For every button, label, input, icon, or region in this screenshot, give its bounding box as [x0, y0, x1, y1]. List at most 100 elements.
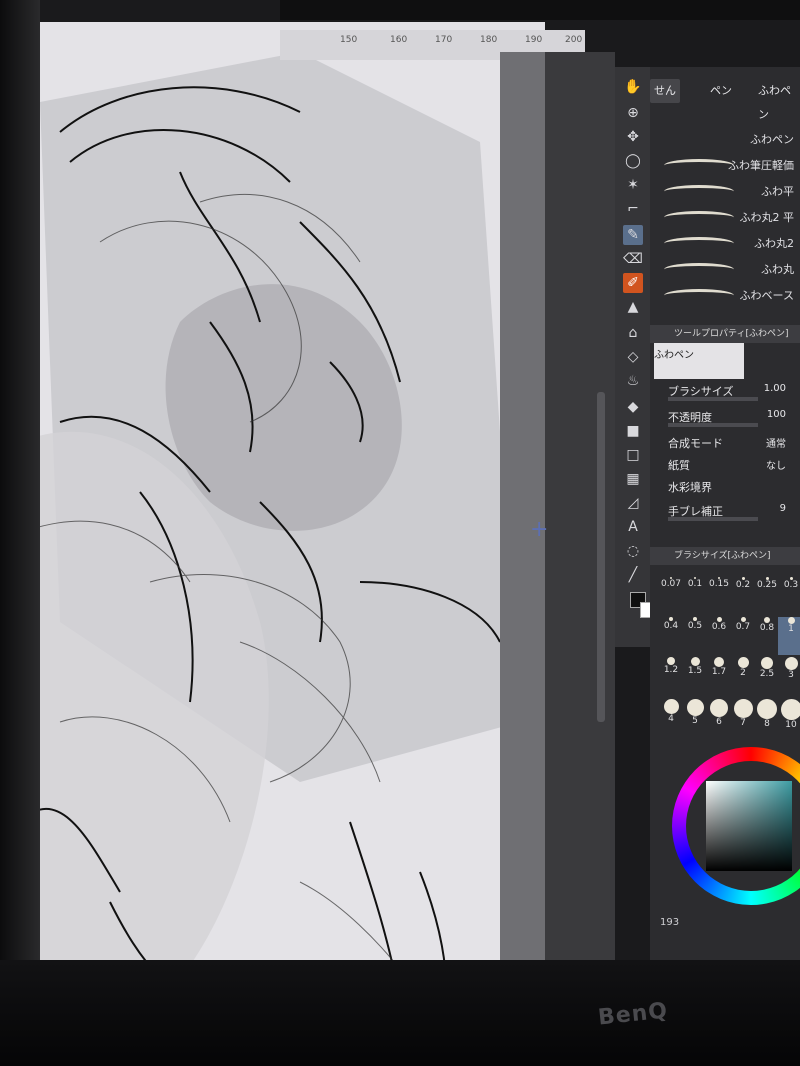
zoom-icon[interactable]: ⊕	[623, 103, 643, 123]
size-preset[interactable]: 6	[706, 699, 732, 737]
paper-texture-row[interactable]: 紙質 なし	[654, 457, 800, 479]
size-preset[interactable]: 1.7	[706, 657, 732, 695]
brush-size-slider[interactable]	[668, 397, 758, 401]
gradient-icon[interactable]: ■	[623, 421, 643, 441]
size-preset[interactable]: 3	[778, 657, 800, 695]
brush-item[interactable]: ふわ筆圧軽価	[650, 153, 800, 181]
blend-icon[interactable]: ♨	[623, 371, 643, 391]
brush-icon[interactable]: ✐	[623, 273, 643, 293]
size-label: 1.2	[663, 665, 679, 675]
stabilizer-row[interactable]: 手ブレ補正 9	[654, 503, 800, 525]
pen-icon[interactable]: ✎	[623, 225, 643, 245]
brush-item[interactable]: ふわベース	[650, 283, 800, 311]
size-label: 3	[788, 670, 794, 680]
frame-icon[interactable]: ▦	[623, 469, 643, 489]
size-dot	[686, 699, 704, 716]
size-preset-selected[interactable]: 1	[778, 617, 800, 655]
size-preset[interactable]: 7	[730, 699, 756, 737]
monitor-bezel-left	[0, 0, 40, 1066]
brush-item[interactable]: ふわペン	[650, 127, 800, 155]
magic-wand-icon[interactable]: ✶	[623, 175, 643, 195]
size-preset[interactable]: 0.3	[778, 577, 800, 615]
opacity-slider[interactable]	[668, 423, 758, 427]
monitor-bezel-bottom	[0, 960, 800, 1066]
size-preset[interactable]: 0.07	[658, 577, 684, 615]
stabilizer-value[interactable]: 9	[780, 503, 786, 514]
size-preset[interactable]: 0.4	[658, 617, 684, 655]
size-label: 0.2	[735, 580, 751, 590]
watercolor-edge-row[interactable]: 水彩境界	[654, 479, 800, 501]
eraser-icon[interactable]: ⌫	[623, 249, 643, 269]
size-dot	[761, 657, 773, 669]
brush-stroke-preview	[664, 185, 734, 198]
blend-mode-row[interactable]: 合成モード 通常	[654, 435, 800, 457]
size-dot	[733, 699, 753, 718]
size-preset[interactable]: 10	[778, 699, 800, 737]
brush-item[interactable]: ふわ平	[650, 179, 800, 207]
tab-pen[interactable]: ペン	[706, 79, 736, 103]
tool-property-header: ツールプロパティ[ふわペン]	[650, 325, 800, 343]
home-icon[interactable]: ⌂	[623, 323, 643, 343]
eraser2-icon[interactable]: ◇	[623, 347, 643, 367]
size-preset[interactable]: 0.6	[706, 617, 732, 655]
ruler-tick: 200	[565, 35, 583, 45]
brush-item[interactable]: ふわ丸	[650, 257, 800, 285]
size-preset[interactable]: 1.2	[658, 657, 684, 695]
watercolor-edge-label: 水彩境界	[668, 481, 712, 494]
brush-size-row[interactable]: ブラシサイズ 1.00	[654, 383, 800, 405]
vertical-scrollbar[interactable]	[545, 52, 615, 982]
tab-sen[interactable]: せん	[650, 79, 680, 103]
size-dot	[714, 657, 724, 667]
brush-name: ふわ平	[761, 185, 794, 198]
line-icon[interactable]: ╱	[623, 565, 643, 585]
size-preset[interactable]: 0.7	[730, 617, 756, 655]
move-icon[interactable]: ✥	[623, 127, 643, 147]
brush-size-value[interactable]: 1.00	[764, 383, 786, 394]
stabilizer-slider[interactable]	[668, 517, 758, 521]
size-preset[interactable]: 0.25	[754, 577, 780, 615]
brush-item[interactable]: ふわ丸2 平	[650, 205, 800, 233]
hand-icon[interactable]: ✋	[623, 77, 643, 97]
opacity-value[interactable]: 100	[767, 409, 786, 420]
size-label: 1.7	[711, 667, 727, 677]
balloon-icon[interactable]: ◌	[623, 541, 643, 561]
size-label: 0.25	[756, 580, 778, 590]
size-preset[interactable]: 4	[658, 699, 684, 737]
ruler-icon[interactable]: ◿	[623, 493, 643, 513]
size-preset[interactable]: 0.8	[754, 617, 780, 655]
fill-icon[interactable]: ◆	[623, 397, 643, 417]
brush-item[interactable]: ふわ丸2	[650, 231, 800, 259]
tool-palette: ✋ ⊕ ✥ ◯ ✶ ⌐ ✎ ⌫ ✐ ▲ ⌂ ◇ ♨ ◆ ■ □ ▦ ◿ A ◌ …	[615, 67, 650, 647]
size-dot	[663, 699, 679, 714]
size-preset[interactable]: 0.2	[730, 577, 756, 615]
shape-icon[interactable]: □	[623, 445, 643, 465]
saturation-value-square[interactable]	[706, 781, 792, 871]
size-preset[interactable]: 0.15	[706, 577, 732, 615]
brush-stroke-preview	[664, 237, 734, 250]
opacity-row[interactable]: 不透明度 100	[654, 409, 800, 431]
subtool-tabs: せん ペン ふわペン	[650, 77, 800, 121]
size-preset[interactable]: 0.5	[682, 617, 708, 655]
ruler-tick: 170	[435, 35, 453, 45]
size-preset[interactable]: 8	[754, 699, 780, 737]
size-preset[interactable]: 1.5	[682, 657, 708, 695]
drawing-canvas[interactable]	[0, 22, 545, 1013]
stamp-icon[interactable]: ▲	[623, 297, 643, 317]
size-dot	[784, 657, 798, 670]
lasso-icon[interactable]: ◯	[623, 151, 643, 171]
size-dot	[667, 657, 675, 665]
size-preset[interactable]: 2.5	[754, 657, 780, 695]
scrollbar-thumb[interactable]	[597, 392, 605, 722]
size-preset[interactable]: 0.1	[682, 577, 708, 615]
size-label: 10	[785, 720, 797, 730]
size-preset[interactable]: 5	[682, 699, 708, 737]
blend-mode-select[interactable]: 通常	[766, 435, 786, 450]
paper-texture-select[interactable]: なし	[766, 457, 786, 472]
brush-list: ふわペン ふわ筆圧軽価 ふわ平 ふわ丸2 平 ふわ丸2 ふわ丸 ふわベース	[650, 127, 800, 307]
text-icon[interactable]: A	[623, 517, 643, 537]
ruler-tick: 150	[340, 35, 358, 45]
preset-name: ふわペン	[654, 350, 694, 361]
size-preset[interactable]: 2	[730, 657, 756, 695]
eyedropper-icon[interactable]: ⌐	[623, 199, 643, 219]
tab-fuwapen[interactable]: ふわペン	[754, 79, 800, 121]
